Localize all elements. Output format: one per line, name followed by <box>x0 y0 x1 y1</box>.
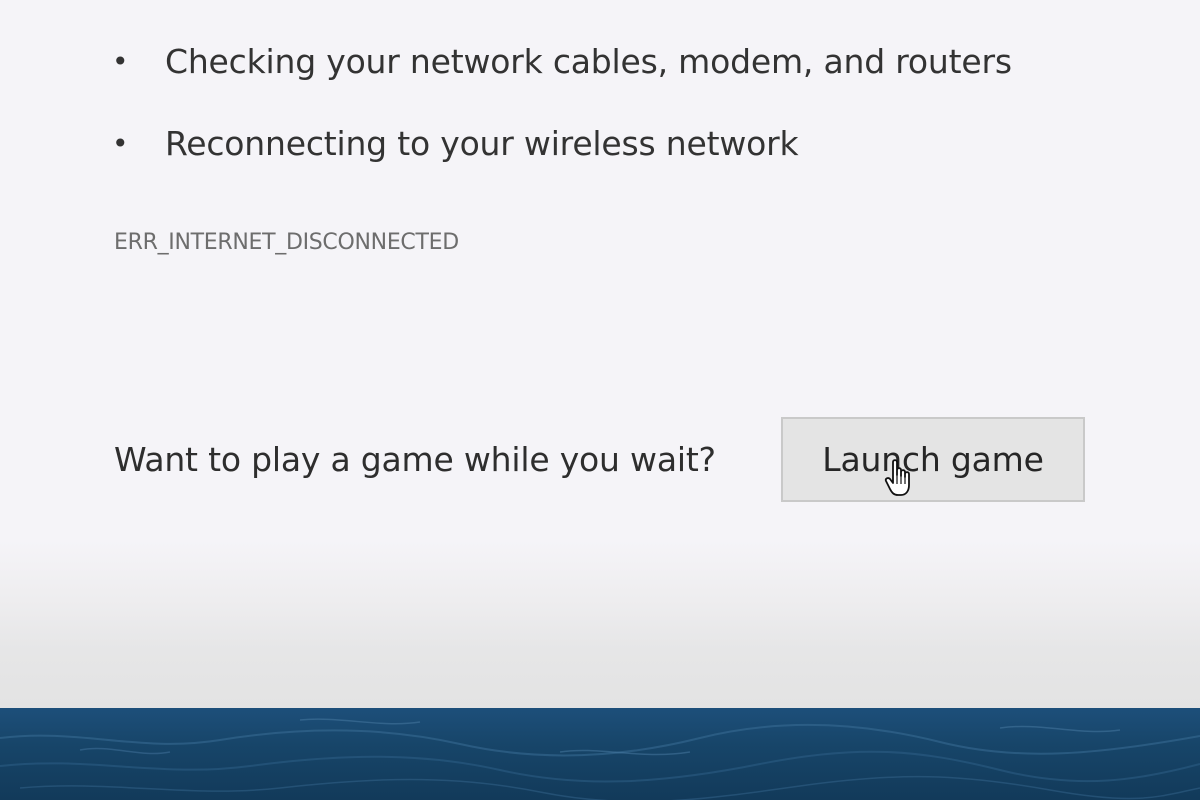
desktop-wallpaper <box>0 708 1200 800</box>
hand-pointer-icon <box>884 459 910 496</box>
bullet: • <box>112 127 129 160</box>
suggestion-text: Checking your network cables, modem, and… <box>165 42 1012 81</box>
suggestion-text: Reconnecting to your wireless network <box>165 124 799 163</box>
error-code: ERR_INTERNET_DISCONNECTED <box>114 230 459 255</box>
bullet: • <box>112 45 129 78</box>
game-prompt: Want to play a game while you wait? <box>114 440 716 479</box>
browser-page: • Checking your network cables, modem, a… <box>0 0 1200 708</box>
launch-game-button[interactable]: Launch game <box>781 417 1085 502</box>
